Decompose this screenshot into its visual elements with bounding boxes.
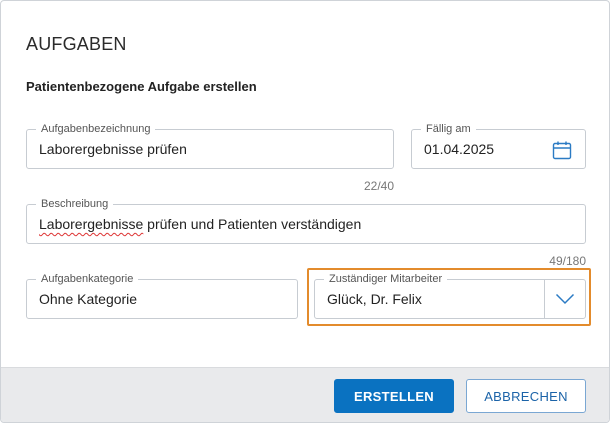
assignee-select[interactable]: Zuständiger Mitarbeiter Glück, Dr. Felix — [314, 273, 586, 319]
calendar-icon[interactable] — [552, 140, 572, 160]
category-value: Ohne Kategorie — [39, 291, 138, 307]
chevron-down-icon[interactable] — [544, 280, 585, 318]
task-dialog: AUFGABEN Patientenbezogene Aufgabe erste… — [0, 0, 610, 423]
create-button[interactable]: ERSTELLEN — [334, 379, 454, 413]
description-value-rest: prüfen und Patienten verständigen — [143, 216, 362, 232]
spellcheck-word: Laborergebnisse — [39, 216, 144, 232]
dialog-title: AUFGABEN — [26, 34, 127, 54]
category-input[interactable]: Aufgabenkategorie Ohne Kategorie — [26, 273, 298, 319]
description-counter: 49/180 — [549, 254, 586, 268]
task-title-input[interactable]: Aufgabenbezeichnung Laborergebnisse prüf… — [26, 123, 394, 169]
dialog-footer: ERSTELLEN ABBRECHEN — [1, 367, 609, 422]
task-title-counter: 22/40 — [363, 179, 394, 193]
cancel-button[interactable]: ABBRECHEN — [466, 379, 586, 413]
due-date-value: 01.04.2025 — [424, 141, 495, 157]
due-date-input[interactable]: Fällig am 01.04.2025 — [411, 123, 586, 169]
description-input[interactable]: Beschreibung Laborergebnisse prüfen und … — [26, 198, 586, 244]
assignee-value: Glück, Dr. Felix — [327, 291, 422, 307]
dialog-subtitle: Patientenbezogene Aufgabe erstellen — [26, 79, 257, 94]
task-title-value: Laborergebnisse prüfen — [39, 141, 187, 157]
description-value: Laborergebnisse prüfen und Patienten ver… — [39, 205, 361, 243]
